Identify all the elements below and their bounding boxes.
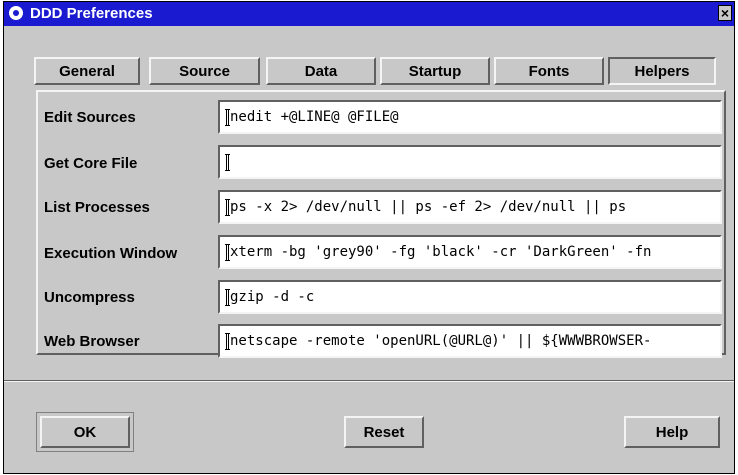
tab-fonts[interactable]: Fonts [494,57,604,85]
tab-source[interactable]: Source [149,57,260,85]
preferences-window: DDD Preferences × General Source Data St… [3,1,735,474]
tab-helpers[interactable]: Helpers [608,57,716,85]
get-core-file-field[interactable] [218,145,722,179]
execution-window-label: Execution Window [44,245,178,262]
ok-button[interactable]: OK [40,416,130,448]
uncompress-field[interactable]: gzip -d -c [218,280,722,314]
edit-sources-label: Edit Sources [44,109,136,126]
title-bar[interactable]: DDD Preferences × [4,2,734,26]
close-icon[interactable]: × [718,5,732,21]
reset-button[interactable]: Reset [344,416,424,448]
help-button[interactable]: Help [624,416,720,448]
execution-window-value: xterm -bg 'grey90' -fg 'black' -cr 'Dark… [230,244,652,260]
text-cursor [225,154,230,171]
button-separator [4,380,734,382]
web-browser-value: netscape -remote 'openURL(@URL@)' || ${W… [230,333,652,349]
tab-startup[interactable]: Startup [380,57,490,85]
list-processes-value: ps -x 2> /dev/null || ps -ef 2> /dev/nul… [230,199,627,215]
edit-sources-field[interactable]: nedit +@LINE@ @FILE@ [218,100,722,134]
edit-sources-value: nedit +@LINE@ @FILE@ [230,109,399,125]
tab-data[interactable]: Data [266,57,376,85]
uncompress-value: gzip -d -c [230,289,315,305]
get-core-file-label: Get Core File [44,155,138,172]
web-browser-label: Web Browser [44,333,140,350]
text-cursor [225,333,230,350]
uncompress-label: Uncompress [44,289,135,306]
text-cursor [225,289,230,306]
text-cursor [225,244,230,261]
text-cursor [225,109,230,126]
window-menu-icon[interactable] [9,6,23,20]
text-cursor [225,199,230,216]
execution-window-field[interactable]: xterm -bg 'grey90' -fg 'black' -cr 'Dark… [218,235,722,269]
window-title: DDD Preferences [30,5,153,22]
tab-general[interactable]: General [34,57,140,85]
list-processes-field[interactable]: ps -x 2> /dev/null || ps -ef 2> /dev/nul… [218,190,722,224]
web-browser-field[interactable]: netscape -remote 'openURL(@URL@)' || ${W… [218,324,722,358]
list-processes-label: List Processes [44,199,150,216]
